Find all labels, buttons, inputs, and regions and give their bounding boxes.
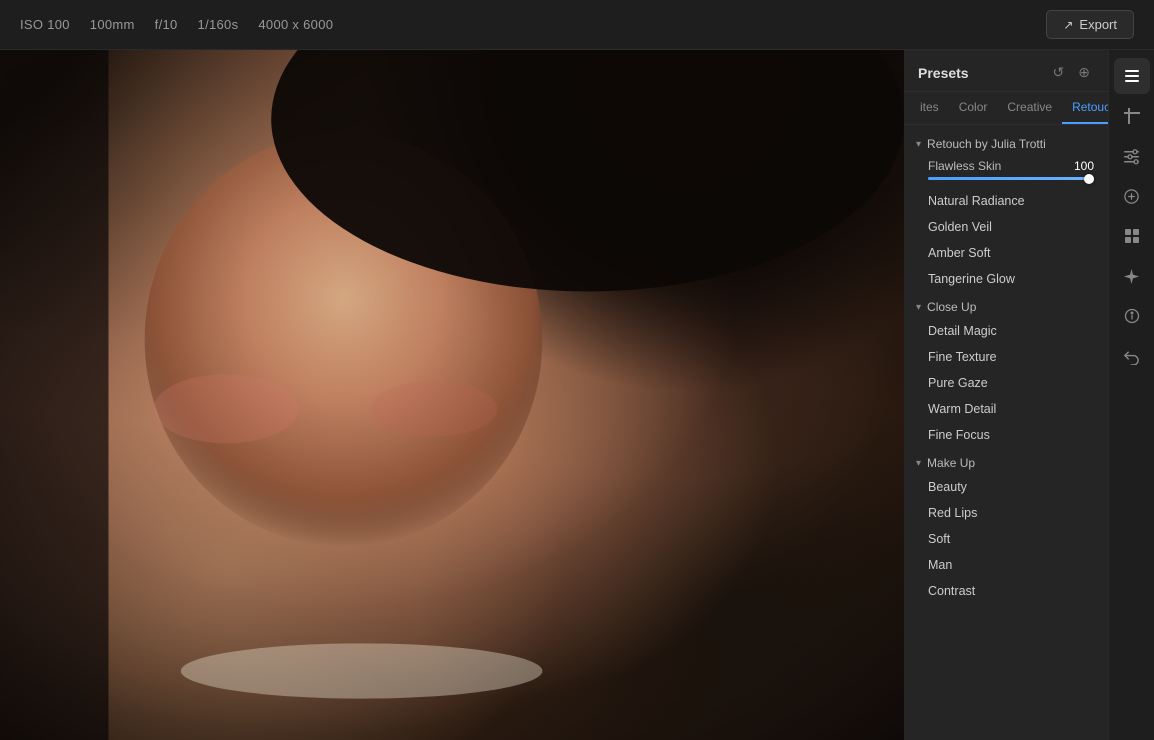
export-label: Export: [1079, 17, 1117, 32]
preset-man-name: Man: [928, 558, 952, 572]
aperture-value: f/10: [155, 17, 178, 32]
group-close-up[interactable]: ▾ Close Up: [904, 292, 1108, 318]
export-button[interactable]: ↗ Export: [1046, 10, 1134, 39]
photo-area: [0, 50, 904, 740]
focal-length: 100mm: [90, 17, 135, 32]
presets-title: Presets: [918, 65, 969, 81]
preset-flawless-name: Flawless Skin: [928, 159, 1001, 173]
group-name-makeup: Make Up: [927, 456, 975, 470]
presets-panel: Presets ↺ ⊕ ites Color Creative Retou: [904, 50, 1108, 740]
preset-natural-radiance-name: Natural Radiance: [928, 194, 1025, 208]
main-content: Presets ↺ ⊕ ites Color Creative Retou: [0, 50, 1154, 740]
tabs-bar: ites Color Creative Retouch External: [904, 92, 1108, 125]
tab-retouch[interactable]: Retouch: [1062, 92, 1108, 124]
group-arrow-makeup: ▾: [916, 458, 921, 469]
group-arrow-closeup: ▾: [916, 302, 921, 313]
presets-actions: ↺ ⊕: [1049, 62, 1094, 83]
preset-contrast-name: Contrast: [928, 584, 975, 598]
right-sidebar: Presets ↺ ⊕ ites Color Creative Retou: [904, 50, 1154, 740]
preset-soft-name: Soft: [928, 532, 950, 546]
preset-tangerine-glow[interactable]: Tangerine Glow: [904, 266, 1108, 292]
preset-natural-radiance[interactable]: Natural Radiance: [904, 188, 1108, 214]
preset-contrast[interactable]: Contrast: [904, 578, 1108, 604]
preset-flawless-label-row: Flawless Skin 100: [928, 159, 1094, 173]
preset-tangerine-glow-name: Tangerine Glow: [928, 272, 1015, 286]
info-icon[interactable]: [1114, 298, 1150, 334]
flawless-slider-thumb[interactable]: [1084, 174, 1094, 184]
presets-header: Presets ↺ ⊕: [904, 50, 1108, 92]
top-bar: ISO 100 100mm f/10 1/160s 4000 x 6000 ↗ …: [0, 0, 1154, 50]
preset-pure-gaze-name: Pure Gaze: [928, 376, 988, 390]
presets-icon[interactable]: [1114, 58, 1150, 94]
preset-detail-magic[interactable]: Detail Magic: [904, 318, 1108, 344]
preset-fine-focus-name: Fine Focus: [928, 428, 990, 442]
healing-icon[interactable]: [1114, 178, 1150, 214]
preset-detail-magic-name: Detail Magic: [928, 324, 997, 338]
preset-warm-detail-name: Warm Detail: [928, 402, 996, 416]
preset-flawless-skin: Flawless Skin 100: [904, 155, 1108, 188]
preset-amber-soft-name: Amber Soft: [928, 246, 991, 260]
flawless-slider-track[interactable]: [928, 177, 1094, 180]
preset-warm-detail[interactable]: Warm Detail: [904, 396, 1108, 422]
group-retouch-julia[interactable]: ▾ Retouch by Julia Trotti: [904, 129, 1108, 155]
camera-info: ISO 100 100mm f/10 1/160s 4000 x 6000: [20, 17, 333, 32]
preset-pure-gaze[interactable]: Pure Gaze: [904, 370, 1108, 396]
tab-favorites[interactable]: ites: [910, 92, 949, 124]
iso-value: ISO 100: [20, 17, 70, 32]
group-name-closeup: Close Up: [927, 300, 976, 314]
preset-beauty[interactable]: Beauty: [904, 474, 1108, 500]
crop-icon[interactable]: [1114, 98, 1150, 134]
group-make-up[interactable]: ▾ Make Up: [904, 448, 1108, 474]
preset-golden-veil-name: Golden Veil: [928, 220, 992, 234]
shutter-speed: 1/160s: [198, 17, 239, 32]
resolution: 4000 x 6000: [258, 17, 333, 32]
preset-red-lips[interactable]: Red Lips: [904, 500, 1108, 526]
presets-list: ▾ Retouch by Julia Trotti Flawless Skin …: [904, 125, 1108, 740]
preset-fine-texture-name: Fine Texture: [928, 350, 997, 364]
preset-flawless-value: 100: [1074, 159, 1094, 173]
preset-amber-soft[interactable]: Amber Soft: [904, 240, 1108, 266]
add-preset-button[interactable]: ⊕: [1074, 62, 1094, 83]
adjustments-icon[interactable]: [1114, 138, 1150, 174]
icon-rail: [1108, 50, 1154, 740]
group-arrow-julia: ▾: [916, 139, 921, 150]
group-name-julia: Retouch by Julia Trotti: [927, 137, 1046, 151]
preset-beauty-name: Beauty: [928, 480, 967, 494]
export-icon: ↗: [1063, 18, 1073, 32]
photo-background: [0, 50, 904, 740]
grid-icon[interactable]: [1114, 218, 1150, 254]
portrait-hair-overlay: [362, 50, 904, 395]
flawless-slider-fill: [928, 177, 1094, 180]
preset-fine-texture[interactable]: Fine Texture: [904, 344, 1108, 370]
preset-fine-focus[interactable]: Fine Focus: [904, 422, 1108, 448]
tab-color[interactable]: Color: [949, 92, 998, 124]
undo-button[interactable]: ↺: [1049, 62, 1069, 83]
preset-golden-veil[interactable]: Golden Veil: [904, 214, 1108, 240]
back-icon[interactable]: [1114, 338, 1150, 374]
preset-soft[interactable]: Soft: [904, 526, 1108, 552]
preset-red-lips-name: Red Lips: [928, 506, 977, 520]
preset-man[interactable]: Man: [904, 552, 1108, 578]
tab-creative[interactable]: Creative: [997, 92, 1062, 124]
sparkle-icon[interactable]: [1114, 258, 1150, 294]
